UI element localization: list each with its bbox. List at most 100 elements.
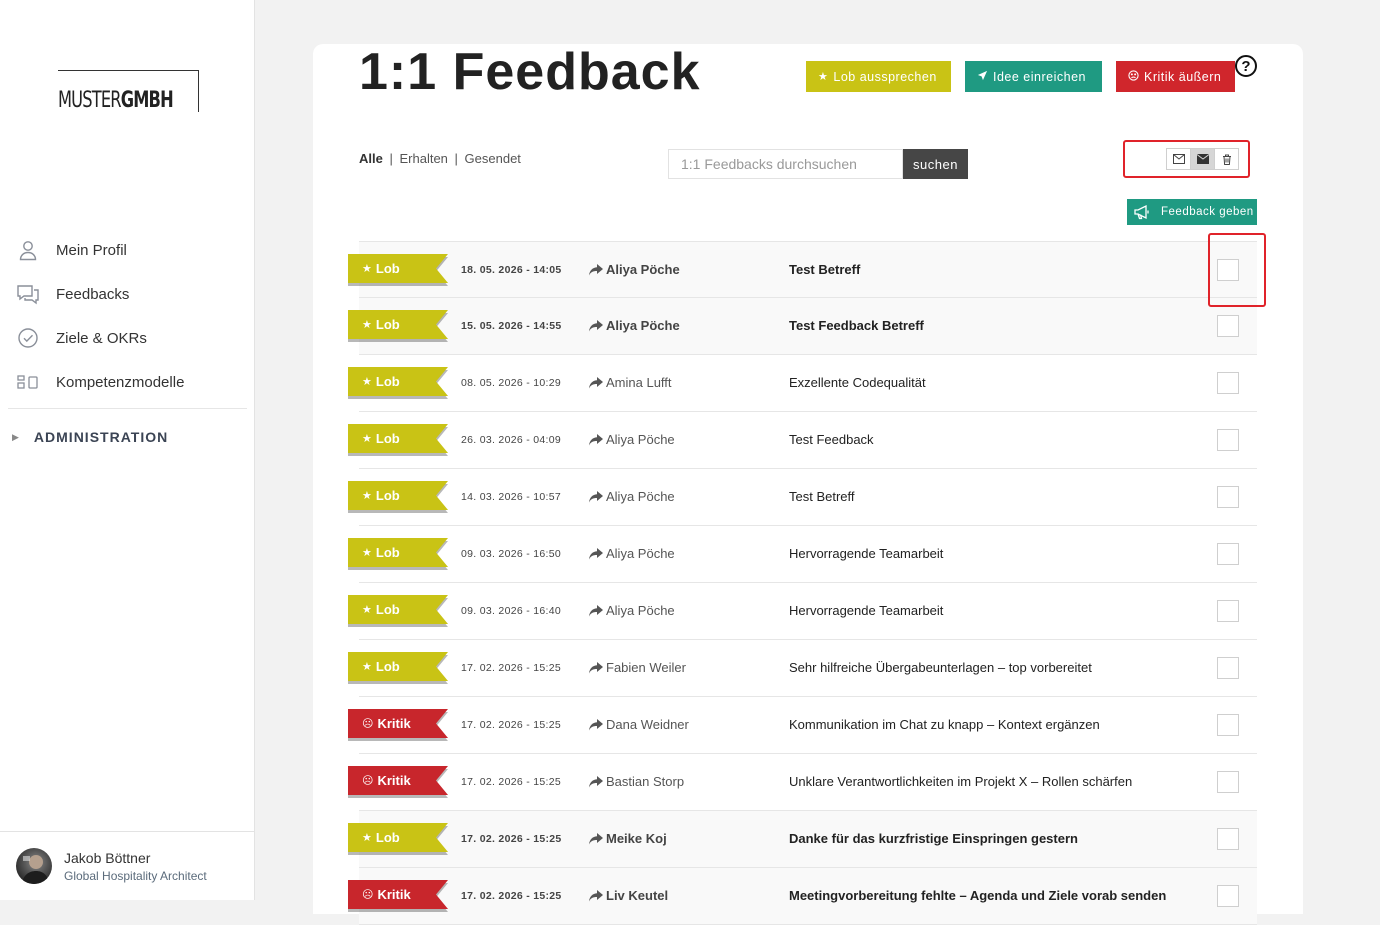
- feedback-row[interactable]: ★ Lob 14. 03. 2026 - 10:57 Aliya Pöche T…: [348, 469, 1257, 526]
- user-panel[interactable]: Jakob Böttner Global Hospitality Archite…: [0, 831, 255, 900]
- feedback-subject[interactable]: Meetingvorbereitung fehlte – Agenda und …: [789, 888, 1166, 903]
- feedback-row[interactable]: ★ Lob 08. 05. 2026 - 10:29 Amina Lufft E…: [348, 355, 1257, 412]
- feedback-row[interactable]: ★ Lob 17. 02. 2026 - 15:25 Meike Koj Dan…: [348, 811, 1257, 868]
- row-checkbox[interactable]: [1217, 486, 1239, 508]
- star-icon: ★: [362, 547, 372, 559]
- sidebar-item-mein-profil[interactable]: Mein Profil: [0, 228, 255, 272]
- row-checkbox[interactable]: [1217, 828, 1239, 850]
- person-name: Aliya Pöche: [606, 603, 675, 618]
- user-role: Global Hospitality Architect: [64, 869, 207, 883]
- share-icon: [589, 263, 603, 276]
- help-icon[interactable]: ?: [1235, 55, 1257, 77]
- feedback-date: 15. 05. 2026 - 14:55: [461, 320, 562, 332]
- search-button[interactable]: suchen: [903, 149, 968, 179]
- sidebar: MUSTERGMBH Mein Profil Feedbacks Ziele &…: [0, 0, 255, 900]
- feedback-subject[interactable]: Hervorragende Teamarbeit: [789, 603, 943, 618]
- feedback-subject[interactable]: Unklare Verantwortlichkeiten im Projekt …: [789, 774, 1132, 789]
- feedback-geben-button[interactable]: Feedback geben: [1127, 199, 1257, 225]
- type-label: Kritik: [377, 716, 411, 731]
- filter-erhalten[interactable]: Erhalten: [399, 151, 447, 166]
- row-checkbox[interactable]: [1217, 543, 1239, 565]
- share-icon: [589, 547, 603, 560]
- bulk-action-toolbar: [1166, 148, 1239, 170]
- checkbox-highlight: [1208, 233, 1266, 307]
- feedback-row[interactable]: ★ Lob 17. 02. 2026 - 15:25 Fabien Weiler…: [348, 640, 1257, 697]
- filter-gesendet[interactable]: Gesendet: [465, 151, 521, 166]
- row-checkbox[interactable]: [1217, 885, 1239, 907]
- feedback-subject[interactable]: Exzellente Codequalität: [789, 375, 926, 390]
- person-name: Aliya Pöche: [606, 262, 680, 277]
- row-checkbox[interactable]: [1217, 315, 1239, 337]
- type-label: Lob: [375, 317, 400, 332]
- feedback-subject[interactable]: Kommunikation im Chat zu knapp – Kontext…: [789, 717, 1100, 732]
- row-checkbox[interactable]: [1217, 657, 1239, 679]
- type-badge: ★ Lob: [348, 823, 448, 852]
- type-badge: ★ Lob: [348, 254, 448, 283]
- feedback-subject[interactable]: Hervorragende Teamarbeit: [789, 546, 943, 561]
- sidebar-item-ziele-okrs[interactable]: Ziele & OKRs: [0, 316, 255, 360]
- feedback-row[interactable]: ★ Lob 09. 03. 2026 - 16:40 Aliya Pöche H…: [348, 583, 1257, 640]
- feedback-person: Meike Koj: [589, 831, 667, 846]
- feedback-date: 09. 03. 2026 - 16:40: [461, 605, 561, 617]
- feedback-subject[interactable]: Test Betreff: [789, 489, 855, 504]
- sidebar-item-administration[interactable]: ▶ ADMINISTRATION: [0, 409, 255, 465]
- type-badge: ☹ Kritik: [348, 766, 448, 795]
- delete-button[interactable]: [1214, 148, 1239, 170]
- star-icon: ★: [362, 319, 372, 331]
- mark-unread-button[interactable]: [1166, 148, 1191, 170]
- button-label: Kritik äußern: [1144, 69, 1222, 84]
- feedback-row[interactable]: ☹ Kritik 17. 02. 2026 - 15:25 Liv Keutel…: [348, 868, 1257, 925]
- filter-alle[interactable]: Alle: [359, 151, 383, 166]
- mark-read-button[interactable]: [1190, 148, 1215, 170]
- feedback-person: Aliya Pöche: [589, 432, 675, 447]
- feedback-subject[interactable]: Danke für das kurzfristige Einspringen g…: [789, 831, 1078, 846]
- idee-einreichen-button[interactable]: Idee einreichen: [965, 61, 1102, 92]
- star-icon: ★: [818, 71, 829, 83]
- row-checkbox[interactable]: [1217, 429, 1239, 451]
- type-badge: ★ Lob: [348, 652, 448, 681]
- feedback-row[interactable]: ☹ Kritik 17. 02. 2026 - 15:25 Dana Weidn…: [348, 697, 1257, 754]
- sidebar-item-feedbacks[interactable]: Feedbacks: [0, 272, 255, 316]
- sidebar-item-kompetenzmodelle[interactable]: Kompetenzmodelle: [0, 360, 255, 404]
- type-label: Kritik: [377, 773, 411, 788]
- row-checkbox[interactable]: [1217, 714, 1239, 736]
- row-checkbox[interactable]: [1217, 372, 1239, 394]
- feedback-subject[interactable]: Test Betreff: [789, 262, 860, 277]
- company-logo[interactable]: MUSTERGMBH: [58, 70, 199, 113]
- row-checkbox[interactable]: [1217, 600, 1239, 622]
- kritik-aeussern-button[interactable]: Kritik äußern: [1116, 61, 1235, 92]
- button-label: Feedback geben: [1161, 206, 1254, 218]
- type-label: Lob: [375, 659, 400, 674]
- star-icon: ★: [362, 263, 372, 275]
- row-checkbox[interactable]: [1217, 771, 1239, 793]
- feedback-subject[interactable]: Sehr hilfreiche Übergabeunterlagen – top…: [789, 660, 1092, 675]
- feedback-row[interactable]: ★ Lob 09. 03. 2026 - 16:50 Aliya Pöche H…: [348, 526, 1257, 583]
- megaphone-icon: [1133, 204, 1151, 220]
- star-icon: ★: [362, 490, 372, 502]
- feedback-subject[interactable]: Test Feedback Betreff: [789, 318, 924, 333]
- feedback-row[interactable]: ★ Lob 26. 03. 2026 - 04:09 Aliya Pöche T…: [348, 412, 1257, 469]
- type-label: Lob: [375, 374, 400, 389]
- feedback-date: 14. 03. 2026 - 10:57: [461, 491, 561, 503]
- feedback-list: ★ Lob 18. 05. 2026 - 14:05 Aliya Pöche T…: [348, 241, 1257, 925]
- person-name: Meike Koj: [606, 831, 667, 846]
- feedback-person: Aliya Pöche: [589, 489, 675, 504]
- frown-icon: [1128, 69, 1139, 84]
- feedback-row[interactable]: ☹ Kritik 17. 02. 2026 - 15:25 Bastian St…: [348, 754, 1257, 811]
- feedback-subject[interactable]: Test Feedback: [789, 432, 874, 447]
- check-circle-icon: [16, 326, 40, 350]
- caret-right-icon: ▶: [12, 431, 20, 442]
- share-icon: [589, 775, 603, 788]
- feedback-row[interactable]: ★ Lob 18. 05. 2026 - 14:05 Aliya Pöche T…: [348, 241, 1257, 298]
- search-input[interactable]: 1:1 Feedbacks durchsuchen: [668, 149, 903, 179]
- type-badge: ★ Lob: [348, 595, 448, 624]
- sidebar-item-label: Kompetenzmodelle: [56, 373, 185, 391]
- feedback-date: 17. 02. 2026 - 15:25: [461, 719, 561, 731]
- feedback-row[interactable]: ★ Lob 15. 05. 2026 - 14:55 Aliya Pöche T…: [348, 298, 1257, 355]
- type-label: Lob: [375, 830, 400, 845]
- feedback-date: 18. 05. 2026 - 14:05: [461, 264, 562, 276]
- envelope-icon: [1196, 154, 1209, 164]
- type-badge: ★ Lob: [348, 310, 448, 339]
- lob-aussprechen-button[interactable]: ★ Lob aussprechen: [806, 61, 951, 92]
- star-icon: ★: [362, 832, 372, 844]
